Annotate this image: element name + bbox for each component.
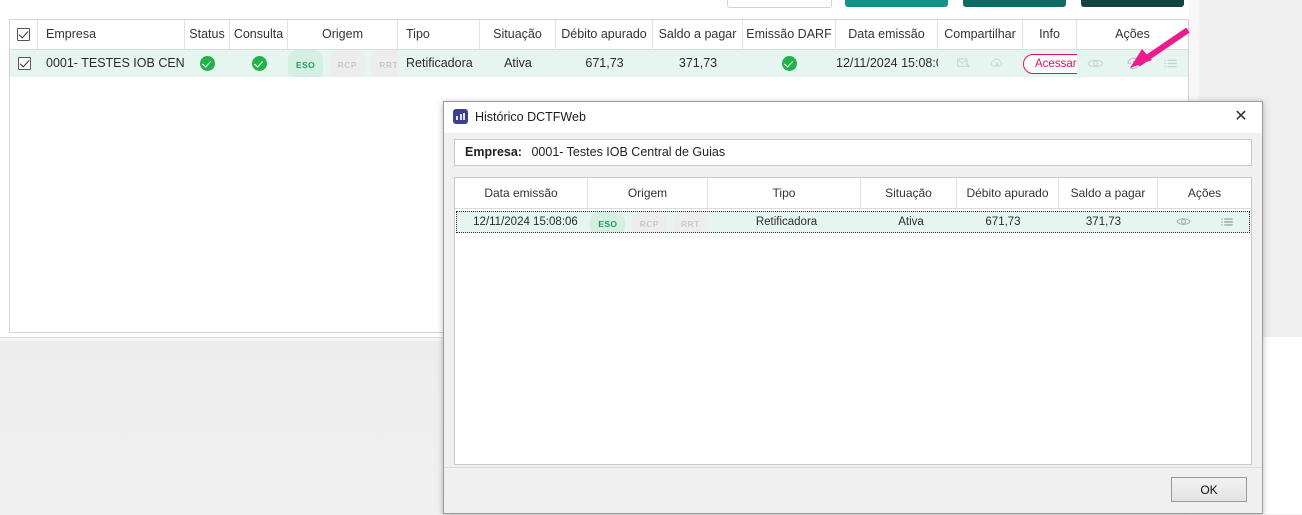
grid-header-info[interactable]: Info bbox=[1023, 20, 1077, 49]
cell-acoes bbox=[1077, 50, 1188, 77]
check-circle-green-icon bbox=[782, 56, 797, 72]
empresa-value: 0001- Testes IOB Central de Guias bbox=[531, 145, 726, 159]
grid-header-compartilhar[interactable]: Compartilhar bbox=[938, 20, 1023, 49]
row-select-checkbox[interactable] bbox=[10, 50, 38, 77]
eye-icon[interactable] bbox=[1086, 57, 1104, 70]
toolbar-button-darkest-teal[interactable] bbox=[1081, 0, 1184, 7]
select-all-checkbox-icon[interactable] bbox=[17, 28, 30, 42]
mgrid-header-data-emissao[interactable]: Data emissão bbox=[455, 178, 588, 208]
acessar-button[interactable]: Acessar bbox=[1023, 53, 1077, 74]
cell-saldo: 371,73 bbox=[678, 56, 718, 70]
grid-header-acoes[interactable]: Ações bbox=[1077, 20, 1188, 49]
list-menu-icon[interactable] bbox=[1220, 216, 1234, 228]
toolbar-button-dark-teal[interactable] bbox=[963, 0, 1066, 7]
mcell-saldo: 371,73 bbox=[1085, 216, 1122, 228]
grid-header-empresa[interactable]: Empresa bbox=[38, 20, 185, 49]
toolbar-strip bbox=[0, 0, 1189, 8]
check-circle-green-icon bbox=[200, 56, 215, 72]
mcell-debito: 671,73 bbox=[985, 216, 1021, 228]
cell-empresa: 0001- TESTES IOB CENTRAL bbox=[46, 56, 185, 70]
grid-header-consulta[interactable]: Consulta bbox=[230, 20, 288, 49]
dialog-title: Histórico DCTFWeb bbox=[475, 110, 586, 124]
mgrid-header-situacao[interactable]: Situação bbox=[861, 178, 957, 208]
toolbar-button-teal[interactable] bbox=[845, 0, 948, 7]
table-row[interactable]: 12/11/2024 15:08:06 ESO RCP RRT Retifica… bbox=[456, 211, 1250, 233]
cell-situacao: Ativa bbox=[504, 56, 532, 70]
grid-header-row: Empresa Status Consulta Origem Tipo Situ… bbox=[10, 20, 1188, 50]
dialog-titlebar: Histórico DCTFWeb ✕ bbox=[444, 102, 1262, 133]
cell-debito: 671,73 bbox=[585, 56, 624, 70]
mgrid-header-origem[interactable]: Origem bbox=[588, 178, 708, 208]
list-menu-icon[interactable] bbox=[1163, 57, 1178, 70]
close-icon[interactable]: ✕ bbox=[1230, 107, 1252, 127]
grid-header-situacao[interactable]: Situação bbox=[480, 20, 556, 49]
cell-emissao-darf bbox=[743, 50, 836, 77]
eye-icon[interactable] bbox=[1176, 215, 1191, 228]
check-circle-green-icon bbox=[251, 56, 267, 72]
empresa-label: Empresa: bbox=[465, 145, 522, 159]
cell-data-emissao: 12/11/2024 15:08:06 bbox=[836, 56, 938, 70]
mgrid-header-acoes[interactable]: Ações bbox=[1158, 178, 1251, 208]
mcell-tipo: Retificadora bbox=[755, 216, 818, 228]
mcell-acoes bbox=[1157, 212, 1251, 232]
grid-header-origem[interactable]: Origem bbox=[288, 20, 398, 49]
cloud-download-icon[interactable] bbox=[989, 56, 1005, 71]
toolbar-button-white[interactable] bbox=[727, 0, 832, 8]
mcell-situacao: Ativa bbox=[898, 216, 924, 228]
mgrid-header-tipo[interactable]: Tipo bbox=[708, 178, 861, 208]
cell-origem: ESO RCP RRT bbox=[288, 50, 398, 77]
chart-window-icon bbox=[453, 109, 468, 124]
grid-header-debito[interactable]: Débito apurado bbox=[556, 20, 653, 49]
mgrid-header-saldo[interactable]: Saldo a pagar bbox=[1059, 178, 1158, 208]
mgrid-header-debito[interactable]: Débito apurado bbox=[957, 178, 1059, 208]
email-share-icon[interactable] bbox=[956, 56, 971, 71]
badge-rrt: RRT bbox=[673, 212, 708, 232]
grid-header-status[interactable]: Status bbox=[185, 20, 230, 49]
historico-grid-header: Data emissão Origem Tipo Situação Débito… bbox=[455, 178, 1251, 209]
row-checkbox-icon[interactable] bbox=[17, 57, 31, 71]
table-row[interactable]: 0001- TESTES IOB CENTRAL ESO RCP RRT Ret… bbox=[10, 50, 1188, 77]
grid-header-emissao-darf[interactable]: Emissão DARF bbox=[743, 20, 836, 49]
cell-compartilhar bbox=[938, 50, 1023, 77]
badge-rcp: RCP bbox=[329, 50, 365, 77]
grid-header-saldo[interactable]: Saldo a pagar bbox=[653, 20, 743, 49]
historico-grid: Data emissão Origem Tipo Situação Débito… bbox=[454, 177, 1252, 465]
cell-consulta bbox=[230, 50, 288, 77]
badge-eso: ESO bbox=[590, 212, 626, 232]
badge-eso: ESO bbox=[288, 50, 324, 77]
cell-tipo: Retificadora bbox=[406, 56, 473, 70]
grid-header-tipo[interactable]: Tipo bbox=[398, 20, 480, 49]
history-clock-icon[interactable] bbox=[1126, 56, 1141, 71]
badge-rcp: RCP bbox=[631, 212, 667, 232]
dialog-footer: OK bbox=[444, 467, 1262, 513]
cell-info: Acessar bbox=[1023, 50, 1077, 77]
badge-rrt: RRT bbox=[371, 50, 398, 77]
mcell-data-emissao: 12/11/2024 15:08:06 bbox=[473, 216, 578, 228]
historico-dctfweb-dialog: Histórico DCTFWeb ✕ Empresa: 0001- Teste… bbox=[443, 101, 1263, 514]
grid-header-select-all[interactable] bbox=[10, 20, 38, 49]
empresa-info-bar: Empresa: 0001- Testes IOB Central de Gui… bbox=[454, 139, 1252, 166]
mcell-origem: ESO RCP RRT bbox=[588, 212, 710, 232]
cell-status bbox=[185, 50, 230, 77]
ok-button[interactable]: OK bbox=[1171, 477, 1247, 502]
grid-header-data-emissao[interactable]: Data emissão bbox=[836, 20, 938, 49]
